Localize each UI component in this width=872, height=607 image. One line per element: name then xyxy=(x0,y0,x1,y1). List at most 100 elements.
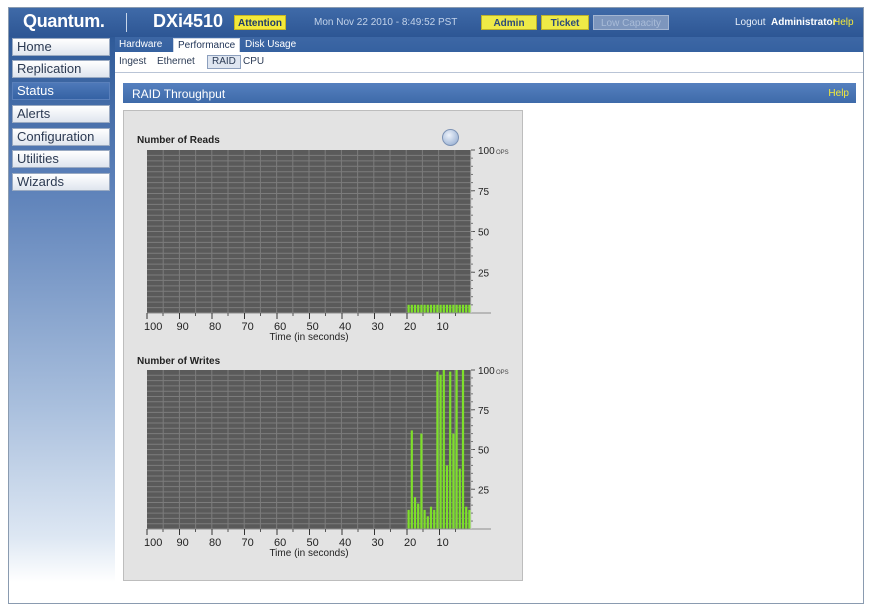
writes-chart: 100 90 80 70 60 50 40 30 20 10Time (in seconds)10… xyxy=(144,366,509,559)
reads-y-tick-label: 50 xyxy=(478,228,490,239)
reads-bar xyxy=(445,304,449,313)
writes-x-tick-label: 20 xyxy=(404,537,416,549)
writes-x-tick-label: 10 xyxy=(437,537,449,549)
reads-bar xyxy=(426,304,429,313)
reads-y-unit-label: OPS xyxy=(496,150,509,156)
subtab-ingest[interactable]: Ingest xyxy=(119,56,146,67)
writes-bar xyxy=(426,516,429,529)
reads-bar xyxy=(468,304,471,313)
reads-bar xyxy=(458,304,461,313)
writes-y-tick-label: 75 xyxy=(478,406,490,417)
reads-y-tick-label: 100 xyxy=(478,146,495,157)
reads-bar xyxy=(420,304,423,313)
writes-bar xyxy=(436,371,439,529)
attention-button[interactable]: Attention xyxy=(234,15,286,30)
sidebar-item-home[interactable]: Home xyxy=(12,38,110,56)
subtab-ethernet[interactable]: Ethernet xyxy=(157,56,195,67)
reads-bar xyxy=(429,304,433,313)
writes-y-tick-label: 25 xyxy=(478,485,490,496)
writes-bar xyxy=(420,433,423,529)
writes-bar xyxy=(413,497,417,529)
sidebar-item-status[interactable]: Status xyxy=(12,82,110,100)
writes-bar xyxy=(442,370,445,529)
writes-y-tick-label: 100 xyxy=(478,366,495,377)
writes-bar xyxy=(461,370,465,529)
panel-help-link[interactable]: Help xyxy=(828,88,849,99)
writes-bar xyxy=(423,509,426,529)
writes-bar xyxy=(449,371,452,529)
writes-x-tick-label: 80 xyxy=(209,537,221,549)
refresh-icon[interactable] xyxy=(442,129,459,146)
tab-disk-usage[interactable]: Disk Usage xyxy=(245,38,296,51)
reads-bar xyxy=(407,304,410,313)
admin-button[interactable]: Admin xyxy=(481,15,537,30)
secondary-tab-bar: Ingest Ethernet RAID CPU xyxy=(115,52,863,73)
subtab-cpu[interactable]: CPU xyxy=(243,56,264,67)
low-capacity-button[interactable]: Low Capacity xyxy=(593,15,669,30)
writes-bar xyxy=(458,468,461,529)
writes-bar xyxy=(452,433,455,529)
reads-bar xyxy=(417,304,420,313)
reads-bar xyxy=(449,304,452,313)
writes-x-tick-label: 90 xyxy=(177,537,189,549)
brand-logo: Quantum. xyxy=(23,11,105,31)
reads-bar xyxy=(455,304,458,313)
tab-performance[interactable]: Performance xyxy=(173,38,241,53)
writes-y-unit-label: OPS xyxy=(496,370,509,376)
subtab-raid[interactable]: RAID xyxy=(207,55,241,69)
reads-x-tick-label: 10 xyxy=(437,321,449,333)
reads-x-tick-label: 30 xyxy=(372,321,384,333)
sidebar: Home Replication Status Alerts Configura… xyxy=(9,37,115,603)
reads-bar xyxy=(452,304,455,313)
current-user: Administrator xyxy=(771,17,837,28)
reads-y-tick-label: 75 xyxy=(478,187,490,198)
writes-bar xyxy=(429,506,433,529)
primary-tab-bar: Hardware Performance Disk Usage xyxy=(115,37,863,53)
logout-link[interactable]: Logout xyxy=(735,17,766,28)
writes-x-axis-label: Time (in seconds) xyxy=(269,548,348,559)
reads-x-tick-label: 100 xyxy=(144,321,162,333)
sidebar-item-replication[interactable]: Replication xyxy=(12,60,110,78)
system-datetime: Mon Nov 22 2010 - 8:49:52 PST xyxy=(314,17,458,28)
reads-x-tick-label: 80 xyxy=(209,321,221,333)
ticket-button[interactable]: Ticket xyxy=(541,15,589,30)
reads-bar xyxy=(423,304,426,313)
writes-x-tick-label: 70 xyxy=(242,537,254,549)
reads-bar xyxy=(442,304,445,313)
writes-bar xyxy=(468,509,471,529)
reads-x-axis-label: Time (in seconds) xyxy=(269,332,348,343)
sidebar-item-wizards[interactable]: Wizards xyxy=(12,173,110,191)
charts-panel: Number of Reads 100 90 80 70 60 50 40 30 20 10 Tim… xyxy=(123,110,523,581)
reads-x-tick-label: 20 xyxy=(404,321,416,333)
reads-chart-title: Number of Reads xyxy=(137,135,220,146)
writes-bar xyxy=(410,430,413,529)
top-header: Quantum. DXi4510 Attention Mon Nov 22 20… xyxy=(9,8,863,37)
reads-bar xyxy=(439,304,442,313)
writes-bar xyxy=(433,509,436,529)
reads-chart: 100 90 80 70 60 50 40 30 20 10Time (in seconds)10… xyxy=(144,146,509,343)
system-model: DXi4510 xyxy=(153,11,224,31)
reads-bar xyxy=(465,304,468,313)
header-divider xyxy=(126,13,127,32)
reads-x-tick-label: 70 xyxy=(242,321,254,333)
writes-x-tick-label: 100 xyxy=(144,537,162,549)
writes-bar xyxy=(439,374,442,529)
reads-bar xyxy=(433,304,436,313)
header-help-link[interactable]: Help xyxy=(833,17,854,28)
writes-bar xyxy=(407,509,410,529)
reads-bar xyxy=(413,304,417,313)
reads-y-tick-label: 25 xyxy=(478,268,490,279)
writes-x-tick-label: 30 xyxy=(372,537,384,549)
sidebar-item-utilities[interactable]: Utilities xyxy=(12,150,110,168)
writes-bar xyxy=(465,506,468,529)
page-title: RAID Throughput xyxy=(132,87,226,101)
reads-bar xyxy=(436,304,439,313)
sidebar-item-alerts[interactable]: Alerts xyxy=(12,105,110,123)
sidebar-item-configuration[interactable]: Configuration xyxy=(12,128,110,146)
tab-hardware[interactable]: Hardware xyxy=(119,38,162,51)
reads-x-tick-label: 90 xyxy=(177,321,189,333)
writes-bar xyxy=(417,503,420,529)
app-window: Quantum. DXi4510 Attention Mon Nov 22 20… xyxy=(8,7,864,604)
panel-title-bar: RAID Throughput Help xyxy=(123,83,856,103)
writes-bar xyxy=(445,465,449,529)
